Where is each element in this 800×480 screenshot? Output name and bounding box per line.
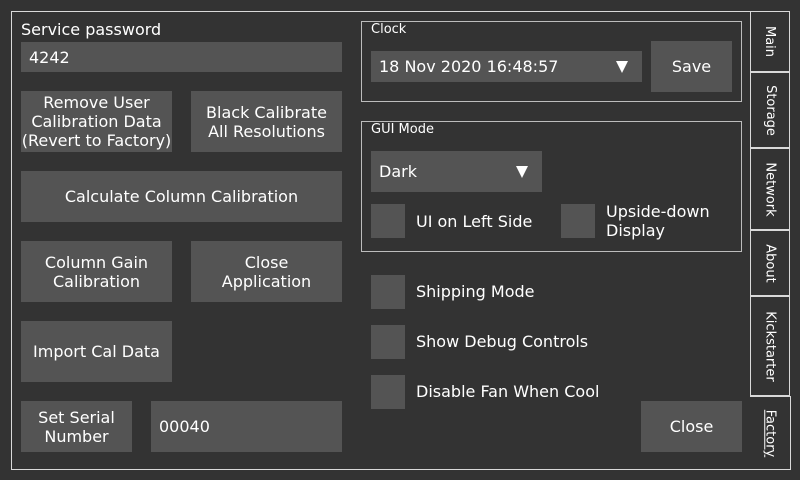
upside-down-label: Upside-down Display [606, 202, 710, 240]
service-password-label: Service password [21, 20, 162, 39]
close-button[interactable]: Close [641, 401, 742, 452]
tab-network-label: Network [762, 161, 778, 217]
disable-fan-checkbox[interactable] [371, 375, 405, 409]
disable-fan-label: Disable Fan When Cool [416, 382, 600, 401]
tab-about-label: About [762, 243, 778, 283]
triangle-down-icon [516, 165, 528, 178]
tab-factory[interactable]: Factory [750, 396, 791, 470]
tab-main[interactable]: Main [750, 11, 790, 72]
tab-kickstarter[interactable]: Kickstarter [750, 296, 790, 396]
gui-mode-dropdown-button[interactable] [502, 151, 542, 192]
show-debug-controls-checkbox[interactable] [371, 325, 405, 359]
ui-left-side-label: UI on Left Side [416, 212, 533, 231]
tab-main-label: Main [762, 25, 778, 58]
gui-mode-select[interactable]: Dark [371, 151, 502, 192]
tab-factory-label: Factory [762, 409, 778, 457]
shipping-mode-label: Shipping Mode [416, 282, 535, 301]
calculate-column-calibration-button[interactable]: Calculate Column Calibration [21, 171, 342, 222]
show-debug-controls-label: Show Debug Controls [416, 332, 589, 351]
upside-down-checkbox[interactable] [561, 204, 595, 238]
shipping-mode-checkbox[interactable] [371, 275, 405, 309]
save-button[interactable]: Save [651, 41, 732, 92]
tab-about[interactable]: About [750, 230, 790, 296]
service-password-input[interactable]: 4242 [21, 42, 342, 72]
clock-dropdown-button[interactable] [602, 51, 642, 82]
serial-number-input[interactable]: 00040 [151, 401, 342, 452]
tab-storage-label: Storage [762, 84, 778, 136]
clock-label: Clock [371, 22, 407, 37]
tab-kickstarter-label: Kickstarter [762, 310, 778, 382]
remove-user-calibration-button[interactable]: Remove User Calibration Data (Revert to … [21, 91, 172, 152]
black-calibrate-button[interactable]: Black Calibrate All Resolutions [191, 91, 342, 152]
tab-network[interactable]: Network [750, 148, 790, 230]
column-gain-calibration-button[interactable]: Column Gain Calibration [21, 241, 172, 302]
import-cal-data-button[interactable]: Import Cal Data [21, 321, 172, 382]
set-serial-number-button[interactable]: Set Serial Number [21, 401, 132, 452]
ui-left-side-checkbox[interactable] [371, 204, 405, 238]
close-application-button[interactable]: Close Application [191, 241, 342, 302]
tab-storage[interactable]: Storage [750, 72, 790, 148]
gui-mode-label: GUI Mode [371, 122, 434, 137]
triangle-down-icon [616, 60, 628, 73]
clock-datetime-field[interactable]: 18 Nov 2020 16:48:57 [371, 51, 602, 82]
